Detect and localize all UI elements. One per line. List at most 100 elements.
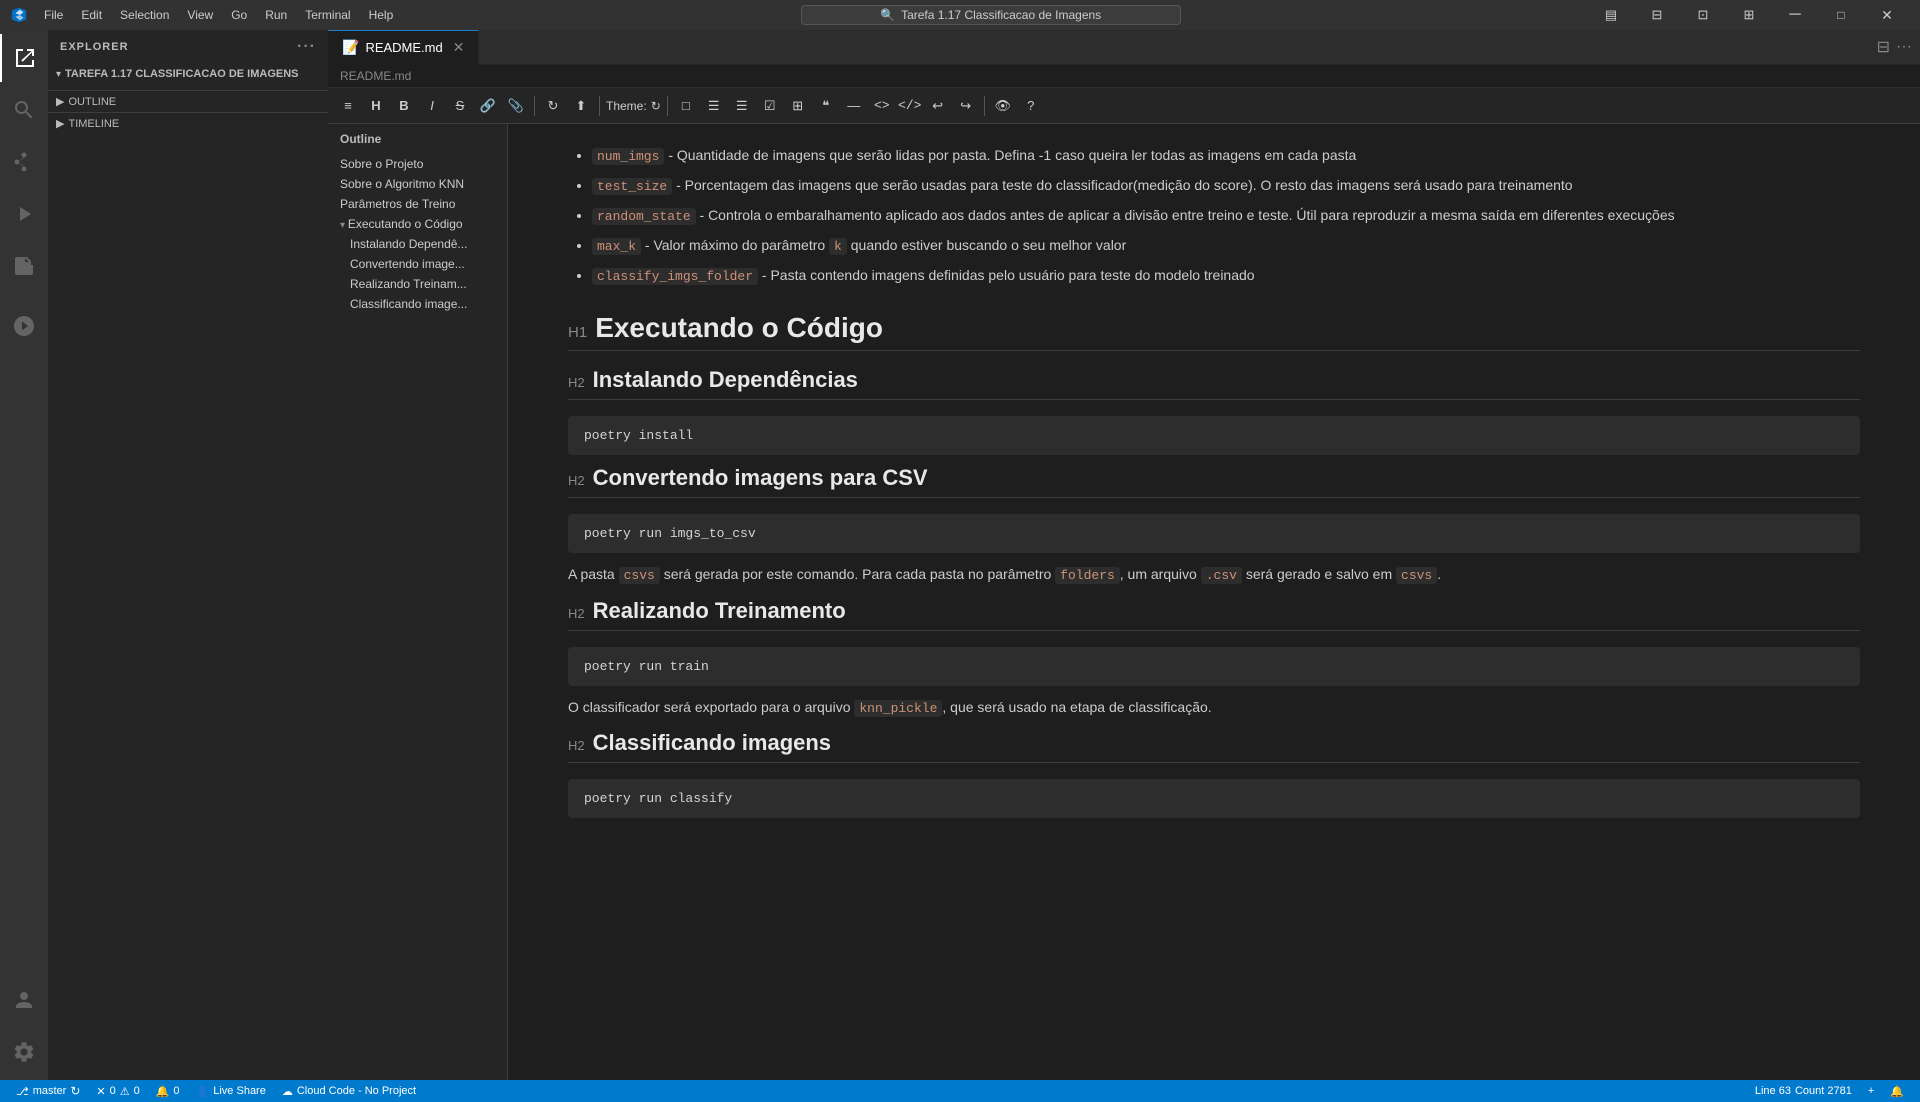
activity-git[interactable] [0,138,48,186]
code-poetry-run-imgs: poetry run imgs_to_csv [568,514,1860,553]
plus-icon-item[interactable]: + [1860,1080,1882,1102]
bell-icon-item[interactable]: 🔔 [1882,1080,1912,1102]
sidebar-more-button[interactable]: ··· [297,38,316,56]
layout-icon-4[interactable]: ⊞ [1726,0,1772,30]
outline-item-instalando[interactable]: Instalando Dependê... [328,234,507,254]
toolbar-codeblock-btn[interactable]: </> [898,94,922,118]
toolbar-redo-btn[interactable]: ↪ [954,94,978,118]
toolbar-ol-btn[interactable]: ☰ [730,94,754,118]
code-classify-folder: classify_imgs_folder [592,268,758,285]
menu-terminal[interactable]: Terminal [297,6,358,24]
toolbar-preview-btn[interactable]: □ [674,94,698,118]
toolbar-upload-btn[interactable]: ⬆ [569,94,593,118]
sidebar-header: Explorer ··· [48,30,328,64]
tab-label: README.md [365,40,442,55]
tab-readme[interactable]: 📝 README.md ✕ [328,30,479,65]
outline-item-sobre-knn[interactable]: Sobre o Algoritmo KNN [328,174,507,194]
code-poetry-run-imgs-text: poetry run imgs_to_csv [584,526,756,541]
outline-item-realizando[interactable]: Realizando Treinam... [328,274,507,294]
tab-file-icon: 📝 [342,39,359,56]
toolbar-quote-btn[interactable]: ❝ [814,94,838,118]
text-num-imgs: - Quantidade de imagens que serão lidas … [668,147,1356,163]
outline-section: ▶ OUTLINE [48,90,328,112]
errors-item[interactable]: ✕ 0 ⚠ 0 [88,1080,147,1102]
menu-file[interactable]: File [36,6,71,24]
activity-run[interactable] [0,190,48,238]
split-editor-icon[interactable]: ⊟ [1877,37,1890,57]
toolbar-bold-btn[interactable]: B [392,94,416,118]
outline-section-header[interactable]: ▶ OUTLINE [48,91,328,112]
notification-item[interactable]: 🔔 0 [148,1080,188,1102]
live-share-item[interactable]: 👤 Live Share [188,1080,274,1102]
menu-run[interactable]: Run [257,6,295,24]
toolbar-link-btn[interactable]: 🔗 [476,94,500,118]
activity-extensions[interactable] [0,242,48,290]
sidebar-panels: ▶ OUTLINE ▶ TIMELINE [48,90,328,1080]
editor-area: 📝 README.md ✕ ⊟ ··· README.md ≡ H B I S … [328,30,1920,1080]
toolbar-reload-btn[interactable]: ↻ [541,94,565,118]
toolbar-check-btn[interactable]: ☑ [758,94,782,118]
titlebar: File Edit Selection View Go Run Terminal… [0,0,1920,30]
toolbar-attach-btn[interactable]: 📎 [504,94,528,118]
cloud-item[interactable]: ☁ Cloud Code - No Project [274,1080,424,1102]
outline-item-convertendo[interactable]: Convertendo image... [328,254,507,274]
list-item-classify-folder: classify_imgs_folder - Pasta contendo im… [592,264,1860,288]
outline-item-executando[interactable]: Executando o Código [328,214,507,234]
toolbar-italic-btn[interactable]: I [420,94,444,118]
activity-explorer[interactable] [0,34,48,82]
outline-item-params[interactable]: Parâmetros de Treino [328,194,507,214]
theme-icon[interactable]: ↻ [651,99,661,113]
toolbar-table-btn[interactable]: ⊞ [786,94,810,118]
vscode-icon [10,6,28,24]
line-info-item[interactable]: Line 63 Count 2781 [1747,1080,1860,1102]
toolbar-hr-btn[interactable]: — [842,94,866,118]
list-item-max-k: max_k - Valor máximo do parâmetro k quan… [592,234,1860,258]
toolbar-code-btn[interactable]: <> [870,94,894,118]
timeline-section-header[interactable]: ▶ TIMELINE [48,113,328,134]
toolbar-help-btn[interactable]: ? [1019,94,1043,118]
tabs-bar: 📝 README.md ✕ ⊟ ··· [328,30,1920,65]
menu-go[interactable]: Go [223,6,255,24]
toolbar-theme: Theme: ↻ [606,99,661,113]
toolbar-list-btn[interactable]: ≡ [336,94,360,118]
content-row: Outline Sobre o Projeto Sobre o Algoritm… [328,124,1920,1080]
h2-convertendo: H2 Convertendo imagens para CSV [568,465,1860,498]
outline-item-sobre-projeto[interactable]: Sobre o Projeto [328,154,507,174]
more-actions-icon[interactable]: ··· [1896,38,1912,56]
outline-item-classificando[interactable]: Classificando image... [328,294,507,314]
activity-settings[interactable] [0,1028,48,1076]
git-branch-item[interactable]: ⎇ master ↻ [8,1080,88,1102]
toolbar-undo-btn[interactable]: ↩ [926,94,950,118]
layout-icon-2[interactable]: ⊟ [1634,0,1680,30]
h1-marker: H1 [568,324,587,341]
menu-edit[interactable]: Edit [73,6,110,24]
close-button[interactable]: ✕ [1864,0,1910,30]
layout-icon-3[interactable]: ⊡ [1680,0,1726,30]
maximize-button[interactable]: □ [1818,0,1864,30]
h1-executando: H1 Executando o Código [568,312,1860,351]
timeline-section: ▶ TIMELINE [48,112,328,134]
list-item-random-state: random_state - Controla o embaralhamento… [592,204,1860,228]
project-tree-header[interactable]: ▾ TAREFA 1.17 CLASSIFICACAO DE IMAGENS [48,64,328,82]
search-box[interactable]: 🔍 Tarefa 1.17 Classificacao de Imagens [801,5,1181,25]
toolbar-sep-4 [984,96,985,116]
toolbar-preview-toggle[interactable]: 👁 [991,94,1015,118]
timeline-chevron: ▶ [56,117,64,130]
text-test-size: - Porcentagem das imagens que serão usad… [676,177,1572,193]
layout-icon-1[interactable]: ▤ [1588,0,1634,30]
activity-copilot[interactable] [0,302,48,350]
notification-count: 0 [173,1085,179,1097]
toolbar-ul-btn[interactable]: ☰ [702,94,726,118]
text-max-k-2: quando estiver buscando o seu melhor val… [851,237,1127,253]
toolbar-h-btn[interactable]: H [364,94,388,118]
code-poetry-install: poetry install [568,416,1860,455]
minimize-button[interactable]: ─ [1772,0,1818,30]
search-text: Tarefa 1.17 Classificacao de Imagens [901,8,1101,22]
menu-help[interactable]: Help [361,6,402,24]
tab-close-button[interactable]: ✕ [453,39,465,56]
menu-selection[interactable]: Selection [112,6,177,24]
activity-account[interactable] [0,976,48,1024]
menu-view[interactable]: View [179,6,221,24]
activity-search[interactable] [0,86,48,134]
toolbar-strike-btn[interactable]: S [448,94,472,118]
